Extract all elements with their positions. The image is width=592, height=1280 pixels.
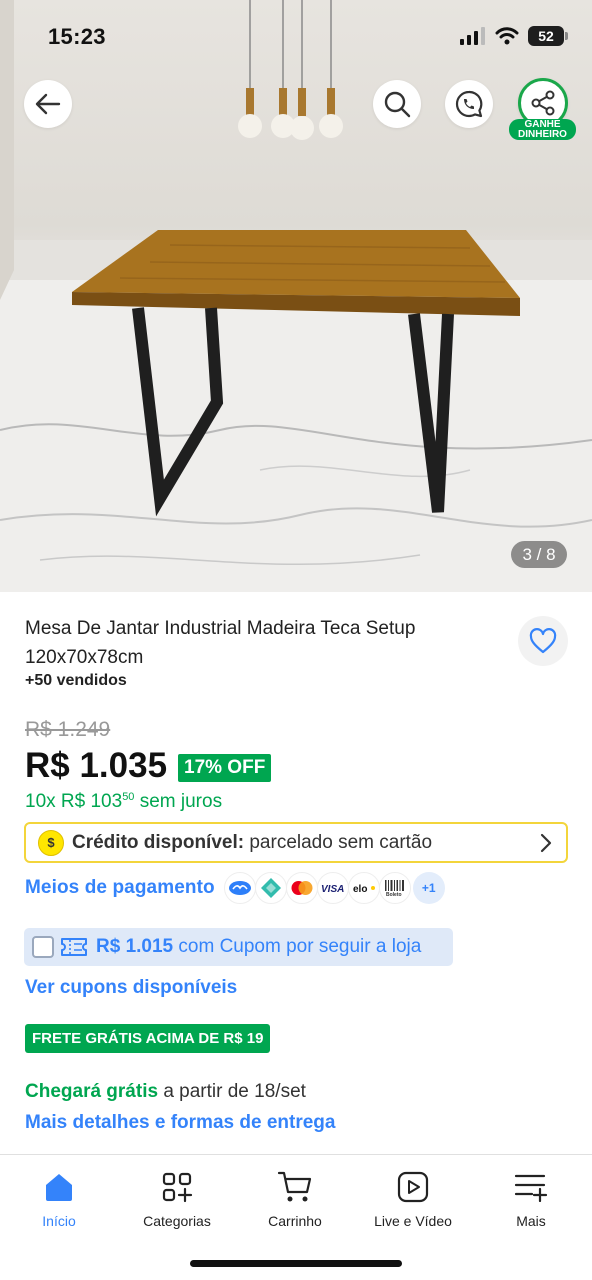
boleto-icon: Boleto [378, 872, 411, 904]
home-indicator[interactable] [190, 1260, 402, 1267]
share-icon [531, 90, 555, 116]
sold-count: +50 vendidos [25, 672, 127, 689]
product-title: Mesa De Jantar Industrial Madeira Teca S… [25, 618, 416, 668]
home-icon [46, 1174, 72, 1201]
nav-categories[interactable]: Categorias [118, 1169, 236, 1229]
payment-methods-link[interactable]: Meios de pagamento [25, 877, 215, 899]
search-button[interactable] [373, 80, 421, 128]
signal-icon [460, 27, 485, 45]
installments-info: 10x R$ 10350 sem juros [25, 791, 223, 812]
credit-description: parcelado sem cartão [249, 831, 433, 853]
pix-icon [254, 872, 287, 904]
heart-icon [529, 628, 557, 654]
table-photo [0, 0, 592, 592]
svg-text:elo: elo [353, 884, 367, 894]
original-price: R$ 1.249 [25, 718, 111, 741]
coin-icon: $ [38, 829, 64, 856]
mastercard-icon [285, 872, 318, 904]
free-shipping-badge: FRETE GRÁTIS ACIMA DE R$ 19 [25, 1024, 271, 1053]
product-image[interactable]: 15:23 52 GANHE DINHEIRO 3 / 8 [0, 0, 592, 592]
chevron-right-icon [540, 833, 552, 853]
payment-methods[interactable]: Meios de pagamento VISA elo Boleto +1 [25, 870, 445, 906]
favorite-button[interactable] [518, 616, 568, 666]
menu-plus-icon [514, 1174, 548, 1202]
search-icon [384, 91, 411, 118]
ticket-icon [61, 938, 87, 956]
delivery-details-link[interactable]: Mais detalhes e formas de entrega [25, 1112, 335, 1134]
coupon-price: R$ 1.015 [96, 936, 174, 957]
image-counter: 3 / 8 [511, 541, 567, 568]
credit-label: Crédito disponível: [72, 831, 245, 853]
svg-text:Boleto: Boleto [386, 892, 402, 897]
nav-more[interactable]: Mais [472, 1169, 590, 1229]
categories-icon [162, 1172, 193, 1203]
whatsapp-icon [455, 90, 483, 118]
earn-money-badge[interactable]: GANHE DINHEIRO [509, 119, 576, 140]
nav-live-video[interactable]: Live e Vídeo [354, 1169, 472, 1229]
coupon-checkbox[interactable] [32, 936, 54, 958]
svg-text:VISA: VISA [321, 884, 344, 894]
arrow-left-icon [35, 93, 61, 115]
coupon-follow-store[interactable]: R$ 1.015 com Cupom por seguir a loja [24, 928, 453, 966]
status-icons: 52 [460, 26, 568, 46]
wifi-icon [495, 27, 519, 45]
status-time: 15:23 [48, 24, 106, 49]
arrival-info: Chegará grátis a partir de 18/set [25, 1081, 306, 1102]
whatsapp-share-button[interactable] [445, 80, 493, 128]
elo-icon: elo [347, 872, 380, 904]
visa-icon: VISA [316, 872, 349, 904]
coupon-description: com Cupom por seguir a loja [178, 936, 422, 957]
play-icon [397, 1171, 429, 1203]
nav-cart[interactable]: Carrinho [236, 1169, 354, 1229]
mercadopago-icon [223, 872, 256, 904]
back-button[interactable] [24, 80, 72, 128]
current-price: R$ 1.035 [25, 746, 168, 785]
see-coupons-link[interactable]: Ver cupons disponíveis [25, 977, 237, 999]
battery-indicator: 52 [528, 26, 568, 46]
discount-badge: 17% OFF [178, 754, 272, 782]
more-payment-methods[interactable]: +1 [412, 872, 445, 904]
cart-icon [277, 1171, 312, 1202]
credit-available-banner[interactable]: $ Crédito disponível: parcelado sem cart… [24, 822, 568, 863]
nav-home[interactable]: Início [0, 1169, 118, 1229]
